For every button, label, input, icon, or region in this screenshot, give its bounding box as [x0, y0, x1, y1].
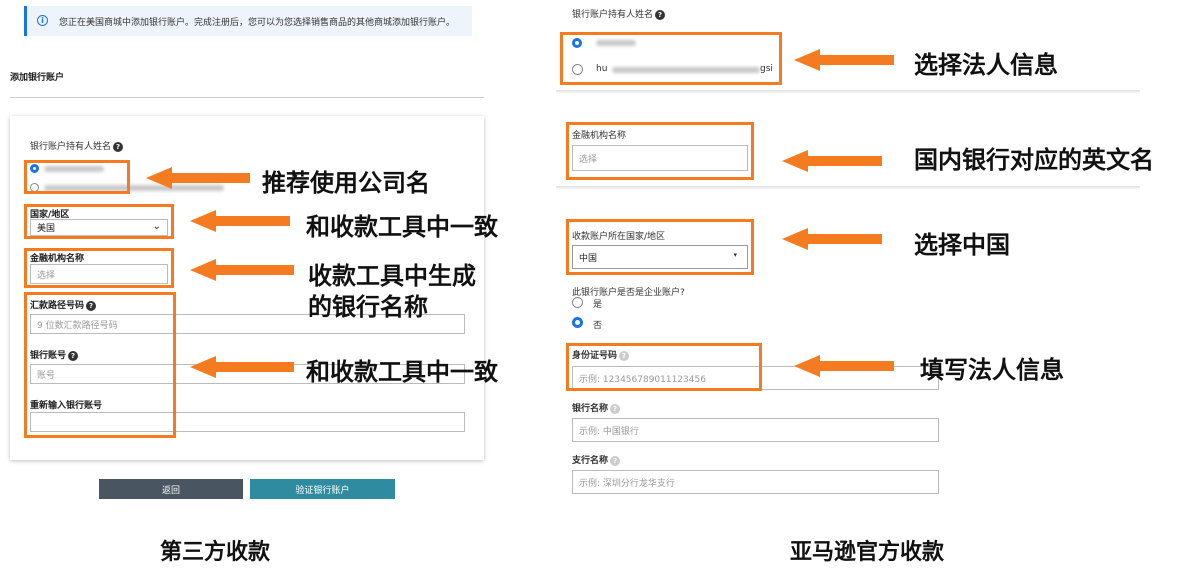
highlight-r-institution — [566, 122, 754, 180]
highlight-r-country — [566, 219, 754, 275]
verify-button[interactable]: 验证银行账户 — [250, 479, 395, 499]
annotation-a2: 和收款工具中一致 — [306, 213, 498, 241]
left-caption: 第三方收款 — [160, 540, 271, 565]
r-shadow-bar — [556, 90, 1140, 94]
highlight-country — [24, 204, 174, 239]
help-icon[interactable]: ? — [113, 141, 124, 152]
notice-banner: i 您正在美国商城中添加银行账户。完成注册后，您可以为您选择销售商品的其他商城添… — [24, 6, 472, 36]
r-holder-label: 银行账户持有人姓名? — [572, 7, 666, 20]
r-branch-placeholder: 示例: 深圳分行龙华支行 — [579, 478, 675, 489]
annotation-b2: 国内银行对应的英文名 — [914, 146, 1154, 174]
r-bank-name-input[interactable]: 示例: 中国银行 — [572, 418, 939, 442]
highlight-r-id — [566, 343, 762, 391]
back-button[interactable]: 返回 — [99, 479, 243, 499]
r-bank-name-placeholder: 示例: 中国银行 — [579, 426, 639, 437]
r-branch-input[interactable]: 示例: 深圳分行龙华支行 — [572, 470, 939, 494]
r-shadow-bar — [556, 186, 1140, 190]
help-icon[interactable]: ? — [655, 9, 666, 20]
arrow-left-icon — [190, 356, 294, 378]
annotation-b1: 选择法人信息 — [914, 51, 1058, 79]
notice-text: 您正在美国商城中添加银行账户。完成注册后，您可以为您选择销售商品的其他商城添加银… — [59, 18, 456, 28]
divider — [10, 97, 484, 98]
info-icon: i — [37, 15, 48, 26]
annotation-a3-line2: 的银行名称 — [308, 293, 428, 321]
highlight-institution — [24, 248, 174, 288]
arrow-left-icon — [190, 259, 294, 281]
help-icon[interactable]: ? — [610, 403, 621, 414]
highlight-holder — [24, 160, 130, 194]
right-caption: 亚马逊官方收款 — [790, 540, 945, 565]
r-bank-name-label: 银行名称? — [572, 401, 621, 414]
help-icon[interactable]: ? — [610, 455, 621, 466]
annotation-b3: 选择中国 — [914, 231, 1010, 259]
r-business-radio-no[interactable] — [572, 317, 583, 328]
back-button-label: 返回 — [161, 485, 180, 496]
annotation-a1: 推荐使用公司名 — [262, 169, 430, 197]
r-business-radio-yes[interactable] — [572, 297, 583, 308]
r-bank-name-label-text: 银行名称 — [572, 404, 609, 414]
highlight-r-holder — [560, 32, 782, 85]
highlight-routing-account — [24, 292, 176, 438]
section-title: 添加银行账户 — [10, 73, 65, 83]
holder-label-text: 银行账户持有人姓名 — [30, 142, 112, 152]
r-business-question: 此银行账户是否是企业账户? — [572, 288, 685, 298]
arrow-left-icon — [794, 355, 894, 377]
r-branch-label-text: 支行名称 — [572, 456, 609, 466]
r-business-no: 否 — [593, 321, 603, 331]
arrow-left-icon — [782, 228, 882, 250]
arrow-left-icon — [146, 167, 250, 189]
holder-label: 银行账户持有人姓名? — [30, 139, 124, 152]
annotation-b4: 填写法人信息 — [920, 356, 1064, 384]
r-business-yes: 是 — [593, 300, 603, 310]
arrow-left-icon — [190, 210, 290, 232]
annotation-a3-line1: 收款工具中生成 — [308, 262, 476, 290]
verify-button-label: 验证银行账户 — [295, 485, 350, 496]
r-branch-label: 支行名称? — [572, 453, 621, 466]
r-holder-label-text: 银行账户持有人姓名 — [572, 10, 654, 20]
annotation-a4: 和收款工具中一致 — [306, 358, 498, 386]
arrow-left-icon — [782, 150, 882, 172]
arrow-left-icon — [794, 49, 894, 71]
